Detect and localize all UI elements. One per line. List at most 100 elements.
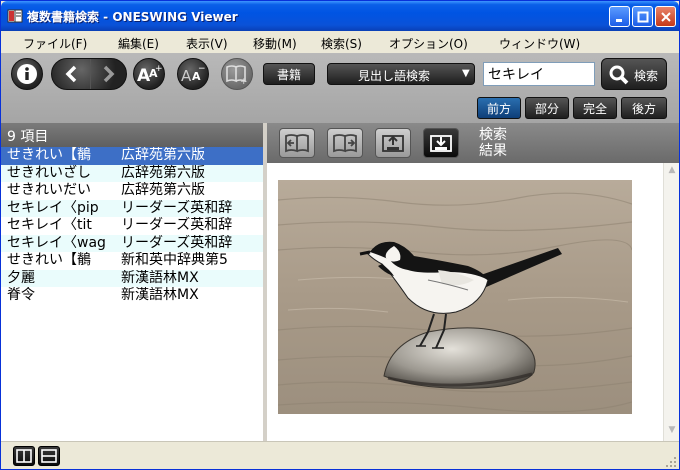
result-row[interactable]: セキレイ〈tit リーダーズ英和辞: [1, 217, 263, 235]
app-window: 複数書籍検索 - ONESWING Viewer ファイル(F) 編集(E) 表…: [0, 0, 680, 470]
chevron-right-icon: [103, 65, 115, 83]
menu-edit[interactable]: 編集(E): [118, 35, 159, 52]
result-headword: セキレイ〈tit: [7, 217, 92, 233]
window-title: 複数書籍検索 - ONESWING Viewer: [27, 10, 238, 24]
next-entry-button[interactable]: [327, 128, 363, 158]
chevron-down-icon: ▼: [462, 68, 470, 79]
result-row[interactable]: せきれい【鶺 広辞苑第六版: [1, 147, 263, 165]
status-bar: [1, 441, 679, 469]
import-button[interactable]: [423, 128, 459, 158]
search-input[interactable]: [483, 62, 595, 86]
result-headword: せきれいだい: [7, 182, 91, 198]
entry-content: [267, 163, 663, 441]
title-bar[interactable]: 複数書籍検索 - ONESWING Viewer: [1, 1, 679, 31]
svg-text:+: +: [240, 77, 248, 85]
results-panel: 9 項目 せきれい【鶺 広辞苑第六版 せきれいざし 広辞苑第六版 せきれいだい …: [1, 123, 263, 441]
viewer-scrollbar[interactable]: ▲ ▼: [663, 163, 679, 441]
result-dictionary: 広辞苑第六版: [121, 164, 205, 181]
result-dictionary: 新和英中辞典第5: [121, 252, 228, 268]
export-icon: [382, 135, 404, 152]
menu-view[interactable]: 表示(V): [186, 35, 228, 52]
font-decrease-icon: A A −: [181, 64, 206, 85]
mode-partial-button[interactable]: 部分: [525, 97, 569, 119]
bookmark-add-button[interactable]: +: [221, 58, 253, 90]
search-button-label: 検索: [634, 69, 659, 83]
book-add-icon: +: [226, 65, 248, 85]
close-icon: [660, 11, 671, 22]
layout-stacked-button[interactable]: [38, 446, 60, 466]
prev-entry-button[interactable]: [279, 128, 315, 158]
viewer-panel: 検索結果 ▲ ▼: [267, 123, 679, 441]
toolbar: A A + A A − + 書籍 見出し語検索 ▼ セキレイ 検索 前方 部分 …: [1, 53, 679, 123]
menu-options[interactable]: オプション(O): [389, 35, 468, 52]
export-button[interactable]: [375, 128, 411, 158]
result-dictionary: リーダーズ英和辞: [121, 217, 233, 233]
result-row[interactable]: 夕麗 新漢語林MX: [1, 269, 263, 287]
prev-entry-icon: [285, 134, 309, 153]
result-dictionary: 広辞苑第六版: [121, 147, 205, 163]
result-dictionary: 新漢語林MX: [121, 287, 199, 303]
history-nav: [51, 58, 127, 90]
mode-prefix-button[interactable]: 前方: [477, 97, 521, 119]
info-icon: [17, 64, 37, 84]
minimize-icon: [615, 18, 622, 22]
result-row[interactable]: 脊令 新漢語林MX: [1, 287, 263, 305]
close-button[interactable]: [655, 6, 676, 27]
result-headword: せきれい【鶺: [7, 252, 91, 268]
import-icon: [430, 135, 452, 152]
maximize-button[interactable]: [632, 6, 653, 27]
result-headword: セキレイ〈wag: [7, 234, 106, 251]
back-button[interactable]: [52, 59, 89, 89]
forward-button[interactable]: [90, 59, 127, 89]
result-row[interactable]: せきれい【鶺 新和英中辞典第5: [1, 252, 263, 270]
search-type-select[interactable]: 見出し語検索 ▼: [327, 63, 475, 85]
menu-file[interactable]: ファイル(F): [23, 35, 87, 52]
scroll-up-icon[interactable]: ▲: [666, 165, 678, 177]
result-dictionary: リーダーズ英和辞: [121, 234, 233, 251]
font-increase-icon: A A +: [137, 64, 162, 85]
result-row[interactable]: セキレイ〈pip リーダーズ英和辞: [1, 199, 263, 217]
result-headword: せきれいざし: [7, 164, 91, 181]
rows-layout-icon: [41, 449, 57, 463]
menu-window[interactable]: ウィンドウ(W): [499, 35, 580, 52]
result-dictionary: 新漢語林MX: [121, 269, 199, 286]
scroll-down-icon[interactable]: ▼: [666, 425, 678, 437]
result-dictionary: 広辞苑第六版: [121, 182, 205, 198]
books-button[interactable]: 書籍: [263, 63, 315, 85]
mode-suffix-button[interactable]: 後方: [621, 97, 667, 119]
result-headword: 夕麗: [7, 269, 35, 286]
menu-bar: ファイル(F) 編集(E) 表示(V) 移動(M) 検索(S) オプション(O)…: [1, 31, 679, 53]
wagtail-photo: [278, 180, 632, 414]
info-button[interactable]: [11, 58, 43, 90]
next-entry-icon: [333, 134, 357, 153]
search-type-label: 見出し語検索: [358, 69, 431, 83]
viewer-toolbar: 検索結果: [267, 123, 679, 163]
svg-text:+: +: [155, 64, 162, 74]
maximize-icon: [637, 11, 648, 22]
font-increase-button[interactable]: A A +: [133, 58, 165, 90]
search-icon: [609, 65, 629, 85]
result-headword: 脊令: [7, 287, 35, 303]
book-app-icon: [7, 9, 23, 23]
result-row[interactable]: せきれいだい 広辞苑第六版: [1, 182, 263, 200]
minimize-button[interactable]: [609, 6, 630, 27]
columns-layout-icon: [16, 449, 32, 463]
resize-grip-icon[interactable]: [665, 456, 677, 468]
result-count: 9 項目: [1, 123, 263, 147]
result-headword: せきれい【鶺: [7, 147, 91, 163]
menu-move[interactable]: 移動(M): [253, 35, 297, 52]
results-list: せきれい【鶺 広辞苑第六版 せきれいざし 広辞苑第六版 せきれいだい 広辞苑第六…: [1, 147, 263, 305]
viewer-result-label: 検索結果: [479, 127, 507, 159]
result-row[interactable]: せきれいざし 広辞苑第六版: [1, 164, 263, 182]
svg-text:A: A: [181, 67, 192, 85]
mode-exact-button[interactable]: 完全: [573, 97, 617, 119]
result-dictionary: リーダーズ英和辞: [121, 199, 233, 216]
svg-text:−: −: [198, 64, 206, 74]
chevron-left-icon: [65, 65, 76, 83]
menu-search[interactable]: 検索(S): [321, 35, 362, 52]
result-row[interactable]: セキレイ〈wag リーダーズ英和辞: [1, 234, 263, 252]
layout-side-by-side-button[interactable]: [13, 446, 35, 466]
result-headword: セキレイ〈pip: [7, 199, 99, 216]
search-button[interactable]: 検索: [601, 58, 667, 90]
font-decrease-button[interactable]: A A −: [177, 58, 209, 90]
